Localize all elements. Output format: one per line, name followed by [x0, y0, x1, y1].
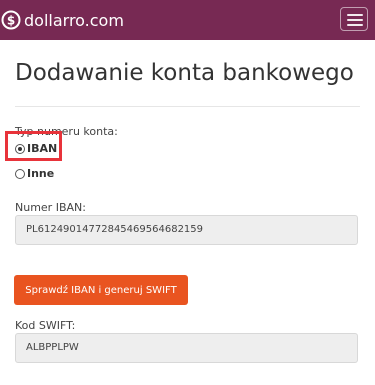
- highlight-box: [5, 131, 62, 161]
- menu-toggle-button[interactable]: [340, 7, 368, 31]
- navbar: $ dollarro.com: [0, 0, 375, 40]
- iban-label: Numer IBAN:: [15, 201, 86, 214]
- check-iban-button[interactable]: Sprawdź IBAN i generuj SWIFT: [14, 275, 188, 305]
- radio-label-other: Inne: [27, 167, 55, 180]
- page-title: Dodawanie konta bankowego: [15, 60, 354, 86]
- radio-button-other[interactable]: [15, 168, 25, 179]
- svg-text:$: $: [7, 14, 15, 28]
- swift-label: Kod SWIFT:: [15, 319, 76, 332]
- divider: [15, 106, 360, 107]
- radio-option-other[interactable]: Inne: [15, 167, 54, 180]
- iban-input[interactable]: PL61249014772845469564682159: [15, 215, 358, 245]
- swift-input[interactable]: ALBPPLPW: [15, 333, 358, 363]
- brand-logo-link[interactable]: $ dollarro.com: [1, 8, 124, 32]
- dollar-logo-icon: $: [1, 10, 21, 30]
- brand-name: dollarro.com: [24, 10, 124, 30]
